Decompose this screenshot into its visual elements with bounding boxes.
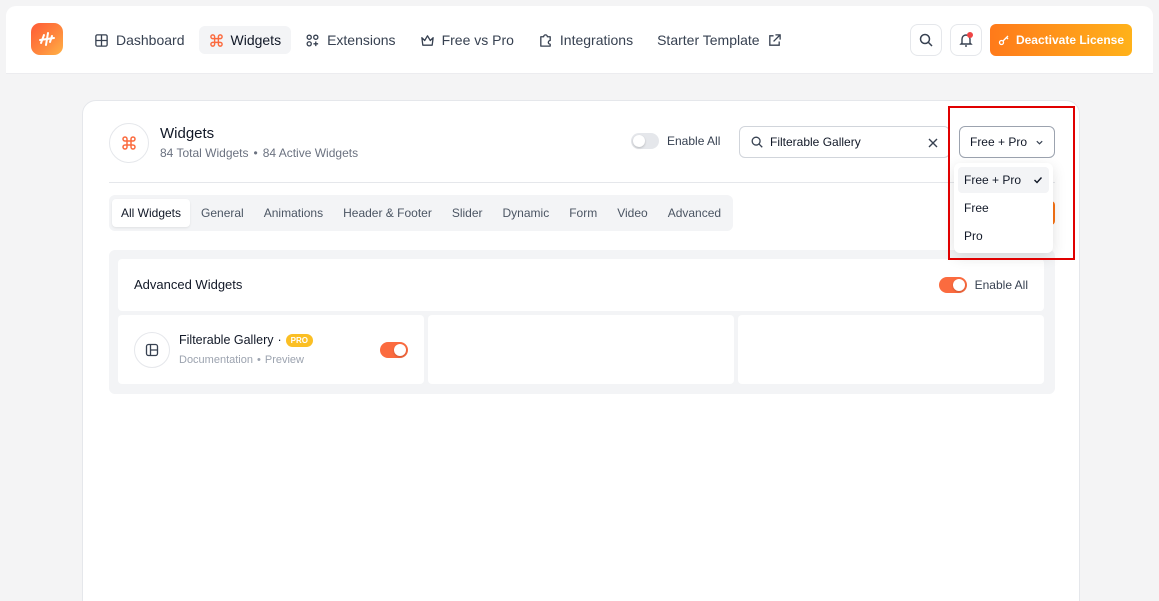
top-navigation: Dashboard Widgets Extensions Free vs Pro… [6,6,1153,74]
section-title: Advanced Widgets [134,277,243,292]
tab-all-widgets[interactable]: All Widgets [112,199,191,227]
clear-search-icon[interactable] [927,136,939,148]
enable-all-toggle[interactable] [631,133,659,149]
links-separator: • [257,354,261,366]
nav-free-vs-pro[interactable]: Free vs Pro [410,26,524,54]
widget-title: Filterable Gallery · PRO [179,333,313,347]
nav-widgets[interactable]: Widgets [198,26,292,54]
widget-links: Documentation • Preview [179,354,304,366]
search-button[interactable] [910,24,942,56]
empty-widget-card [738,315,1044,384]
extensions-icon [305,33,320,48]
command-icon [209,33,224,48]
crown-icon [420,33,435,48]
active-widgets-count: 84 Active Widgets [262,146,359,160]
nav-dashboard[interactable]: Dashboard [84,26,195,54]
nav-integrations-label: Integrations [559,32,634,48]
tab-animations[interactable]: Animations [255,199,332,227]
counts-separator: • [253,146,258,160]
nav-integrations[interactable]: Integrations [528,26,643,54]
page-title: Widgets [160,125,215,142]
empty-widget-card [428,315,734,384]
widget-card: Filterable Gallery · PRO Documentation •… [118,315,424,384]
advanced-widgets-section: Advanced Widgets Enable All Filterable G… [109,250,1055,394]
pro-badge: PRO [285,333,313,347]
deactivate-license-label: Deactivate License [1015,33,1125,47]
command-icon [109,123,149,163]
nav-extensions[interactable]: Extensions [295,26,405,54]
tab-header-footer[interactable]: Header & Footer [334,199,441,227]
nav-extensions-label: Extensions [327,32,396,48]
widget-name: Filterable Gallery [179,333,274,347]
tab-video[interactable]: Video [608,199,656,227]
tab-slider[interactable]: Slider [443,199,492,227]
section-enable-all-toggle[interactable] [938,277,967,293]
widgets-panel: Widgets 84 Total Widgets • 84 Active Wid… [82,100,1080,601]
header-divider [109,182,1055,183]
search-input[interactable] [770,135,921,149]
tab-advanced[interactable]: Advanced [659,199,730,227]
nav-starter-template-label: Starter Template [657,32,760,48]
nav-starter-template[interactable]: Starter Template [647,26,791,54]
widget-counts: 84 Total Widgets • 84 Active Widgets [160,146,358,160]
deactivate-license-button[interactable]: Deactivate License [990,24,1132,56]
widget-title-dot: · [277,333,282,347]
key-icon [998,35,1009,46]
nav-dashboard-label: Dashboard [116,32,185,48]
external-link-icon [767,33,782,48]
app-logo-icon[interactable] [31,23,63,55]
section-header: Advanced Widgets Enable All [118,259,1044,311]
enable-all-top: Enable All [631,133,720,149]
notification-dot [967,32,973,38]
tab-dynamic[interactable]: Dynamic [494,199,559,227]
highlight-annotation-box [948,106,1075,260]
tab-general[interactable]: General [192,199,253,227]
preview-link[interactable]: Preview [265,354,304,366]
category-tabs: All Widgets General Animations Header & … [109,195,734,231]
nav-widgets-label: Widgets [230,32,282,48]
notifications-button[interactable] [950,24,982,56]
documentation-link[interactable]: Documentation [179,354,253,366]
nav-free-vs-pro-label: Free vs Pro [441,32,514,48]
section-enable-all-label: Enable All [974,278,1028,292]
puzzle-icon [538,33,553,48]
main-nav: Dashboard Widgets Extensions Free vs Pro… [84,26,792,54]
section-enable-all: Enable All [938,277,1028,293]
search-field [739,126,950,158]
tab-form[interactable]: Form [560,199,606,227]
total-widgets-count: 84 Total Widgets [160,146,249,160]
search-icon [919,33,933,47]
grid-icon [94,33,109,48]
enable-all-label: Enable All [667,134,721,148]
gallery-layout-icon [134,332,170,368]
widget-toggle[interactable] [380,342,408,358]
search-icon [751,136,763,148]
